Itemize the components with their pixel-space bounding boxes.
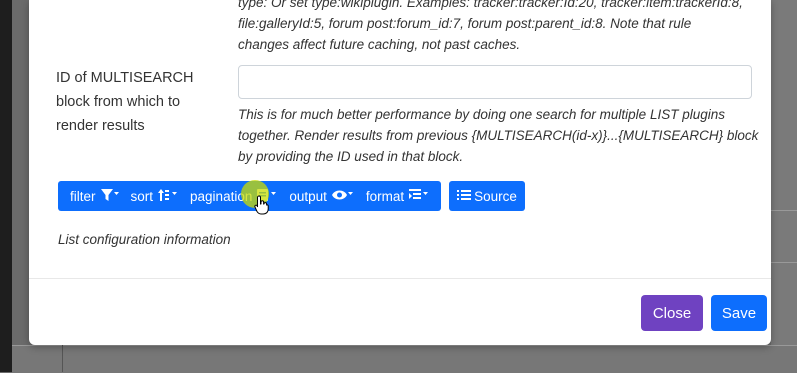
format-button[interactable]: format [360,181,435,211]
list-icon [457,189,474,204]
multisearch-label: ID of MULTISEARCH block from which to re… [56,70,194,134]
background-bottom-area [12,345,797,373]
help-line: file:galleryId:5, forum post:forum_id:7,… [238,16,692,31]
save-button[interactable]: Save [711,295,767,331]
background-left-panel [0,0,12,372]
filter-icon [96,188,119,204]
modal-footer-divider [29,278,771,279]
sort-label: sort [130,188,154,204]
background-divider [62,345,63,372]
help-line: changes affect future caching, not past … [238,37,521,52]
multisearch-help-text: This is for much better performance by d… [238,107,759,164]
background-divider [771,262,797,263]
background-right-area [771,0,797,345]
source-button[interactable]: Source [449,181,525,211]
list-toolbar: filter sort pagination output format Sou… [58,181,525,211]
multisearch-id-input[interactable] [238,65,752,99]
background-divider [771,210,797,211]
eye-icon [327,189,354,204]
sort-icon [153,188,178,204]
format-icon [404,188,429,204]
source-label: Source [474,188,517,204]
filter-label: filter [70,188,96,204]
help-line: type: Or set type:wikiplugin. Examples: … [238,0,743,10]
hand-cursor-icon [254,195,270,220]
output-label: output [289,188,327,204]
format-label: format [365,188,405,204]
sort-button[interactable]: sort [125,181,185,211]
rule-help-text: type: Or set type:wikiplugin. Examples: … [238,0,758,55]
close-button[interactable]: Close [641,295,703,331]
filter-button[interactable]: filter [64,181,125,211]
plugin-edit-modal: type: Or set type:wikiplugin. Examples: … [29,0,771,345]
output-button[interactable]: output [283,181,360,211]
list-config-info: List configuration information [58,232,231,247]
